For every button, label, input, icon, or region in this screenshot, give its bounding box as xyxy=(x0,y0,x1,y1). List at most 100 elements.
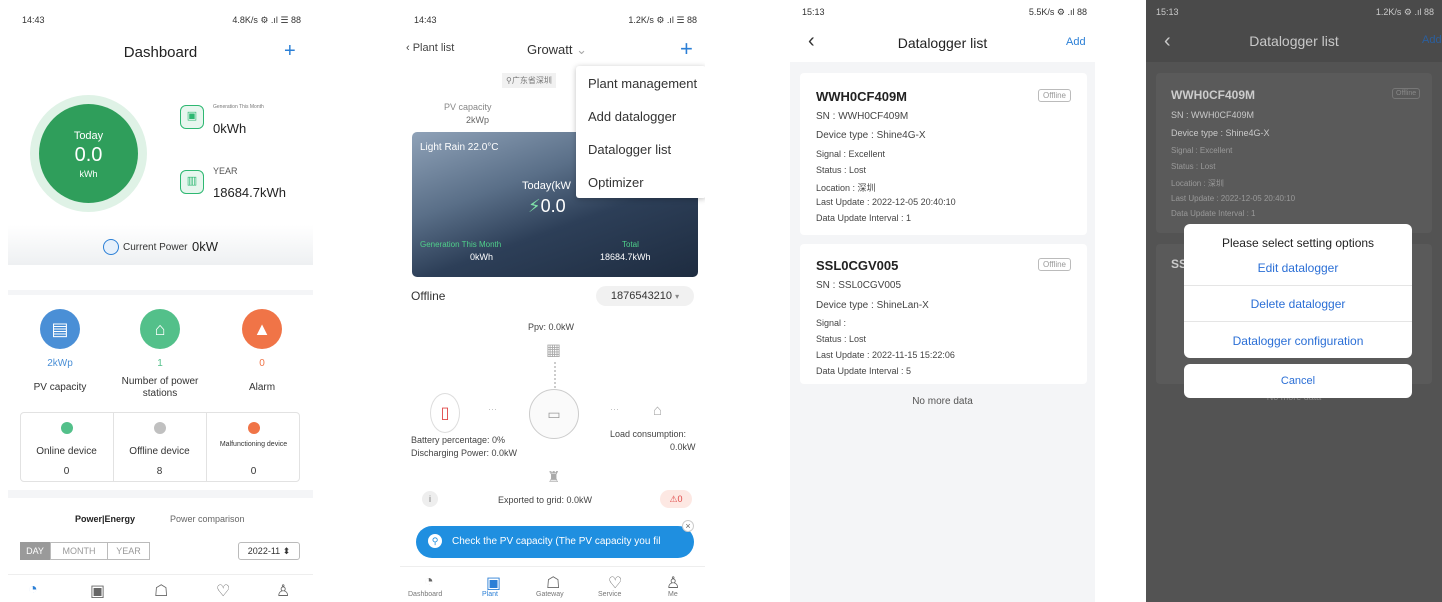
info-icon[interactable]: i xyxy=(422,491,438,507)
datalogger-card[interactable]: WWH0CF409M Offline SN : WWH0CF409M Devic… xyxy=(800,73,1087,235)
signal: Signal : xyxy=(816,318,847,328)
gen-month-label: Generation This Month xyxy=(213,104,264,110)
offline-value: 8 xyxy=(156,466,163,477)
status: Status : Lost xyxy=(816,165,867,175)
battery-icon: ▯ xyxy=(430,393,460,433)
status-time: 14:43 xyxy=(22,15,45,25)
status: Status : Lost xyxy=(1171,162,1216,171)
tab-dashboard[interactable]: Dashboard xyxy=(408,591,442,598)
today-value: 0.0 xyxy=(74,144,103,166)
year-label: YEAR xyxy=(213,166,238,176)
menu-plant-management[interactable]: Plant management xyxy=(588,76,697,91)
close-banner-icon[interactable]: × xyxy=(682,520,694,532)
stations-label: Number of power stations xyxy=(121,376,199,399)
menu-optimizer[interactable]: Optimizer xyxy=(588,175,644,190)
cancel-button[interactable]: Cancel xyxy=(1184,364,1412,398)
delete-datalogger-option[interactable]: Delete datalogger xyxy=(1184,297,1412,311)
discharging-power: Discharging Power: 0.0kW xyxy=(411,448,518,458)
status-time: 15:13 xyxy=(1156,7,1179,17)
add-button[interactable]: + xyxy=(680,36,693,62)
datalogger-name: SSL0CGV005 xyxy=(816,258,899,273)
tab-plant[interactable]: Plant xyxy=(482,591,498,598)
plant-selector[interactable]: Growatt ⌄ xyxy=(527,42,587,58)
online-icon xyxy=(61,422,73,434)
device-status: Offline xyxy=(411,289,446,303)
menu-datalogger-list[interactable]: Datalogger list xyxy=(588,142,671,157)
status-icons: 1.2K/s ⚙ .ıl 88 xyxy=(1375,7,1434,17)
status-time: 15:13 xyxy=(802,7,825,17)
service-tab-icon[interactable]: ♡ xyxy=(608,573,622,593)
gen-month-value: 0kWh xyxy=(470,252,494,262)
tab-me[interactable]: Me xyxy=(668,591,678,598)
alarm-icon: ▲ xyxy=(242,309,282,349)
menu-add-datalogger[interactable]: Add datalogger xyxy=(588,109,676,124)
me-tab-icon[interactable]: ♙ xyxy=(666,573,680,593)
tab-power-comparison[interactable]: Power comparison xyxy=(170,514,245,524)
add-datalogger-button[interactable]: Add xyxy=(1422,34,1442,46)
total-value: 18684.7kWh xyxy=(600,252,651,262)
seg-month[interactable]: MONTH xyxy=(50,542,108,560)
total-label: Total xyxy=(622,240,639,249)
online-value: 0 xyxy=(63,466,70,477)
page-title: Datalogger list xyxy=(897,35,988,51)
last-update: Last Update : 2022-12-05 20:40:10 xyxy=(1171,194,1296,203)
bolt-icon: ⚡ xyxy=(528,196,541,216)
sheet-title: Please select setting options xyxy=(1221,236,1375,250)
alarm-label: Alarm xyxy=(248,382,276,393)
current-power-icon xyxy=(103,239,119,255)
load-consumption-label: Load consumption: xyxy=(610,429,687,439)
dashboard-tab-icon[interactable]: ◔ xyxy=(28,581,38,599)
tab-gateway[interactable]: Gateway xyxy=(536,591,564,598)
gen-month-value: 0kWh xyxy=(213,121,247,136)
location-tag: ⚲广东省深圳 xyxy=(502,73,556,88)
gateway-tab-icon[interactable]: ☖ xyxy=(154,581,168,601)
today-value: ⚡0.0 xyxy=(528,196,566,217)
current-power-value: 0kW xyxy=(192,239,218,254)
date-picker[interactable]: 2022-11 ⬍ xyxy=(238,542,300,560)
device-type: Device type : Shine4G-X xyxy=(1171,128,1270,138)
online-label: Online device xyxy=(36,446,97,457)
flow-dots: ··· xyxy=(488,404,497,414)
plant-tab-icon[interactable]: ▣ xyxy=(90,581,105,601)
service-tab-icon[interactable]: ♡ xyxy=(216,581,230,601)
today-energy-ring: Today 0.0 kWh xyxy=(30,95,147,212)
datalogger-name: WWH0CF409M xyxy=(1171,88,1256,102)
plant-tab-icon[interactable]: ▣ xyxy=(486,573,501,593)
malfunction-label: Malfunctioning device xyxy=(219,441,288,448)
datalogger-options-screen: 15:13 1.2K/s ⚙ .ıl 88 ‹ Datalogger list … xyxy=(1146,0,1442,602)
alarm-value: 0 xyxy=(259,358,265,369)
flow-dots: ··· xyxy=(610,404,619,414)
alarm-count: 0 xyxy=(677,494,683,504)
add-plant-button[interactable]: + xyxy=(284,40,296,63)
dropdown-icon: ▾ xyxy=(675,292,680,301)
datalogger-name: WWH0CF409M xyxy=(816,89,908,104)
add-datalogger-button[interactable]: Add xyxy=(1066,36,1086,48)
datalogger-card[interactable]: SSL0CGV005 Offline SN : SSL0CGV005 Devic… xyxy=(800,244,1087,384)
load-consumption-value: 0.0kW xyxy=(670,442,696,452)
weather-label: Light Rain 22.0°C xyxy=(420,142,499,153)
tab-power-energy[interactable]: Power|Energy xyxy=(75,514,135,524)
plant-list-back-link[interactable]: ‹ Plant list xyxy=(406,42,454,54)
last-update: Last Update : 2022-12-05 20:40:10 xyxy=(816,197,956,207)
bottom-tab-bar: ◔ ▣ ☖ ♡ ♙ Dashboard Plant Gateway Servic… xyxy=(400,566,705,602)
dashboard-tab-icon[interactable]: ◔ xyxy=(424,573,434,591)
alarm-badge[interactable]: ⚠0 xyxy=(660,490,692,508)
pv-capacity-banner[interactable]: Check the PV capacity (The PV capacity y… xyxy=(416,526,694,558)
tab-service[interactable]: Service xyxy=(598,591,621,598)
page-title: Datalogger list xyxy=(1249,33,1339,49)
gateway-tab-icon[interactable]: ☖ xyxy=(546,573,560,593)
grid-tower-icon: ♜ xyxy=(547,469,561,486)
home-icon: ⌂ xyxy=(653,402,663,419)
year-energy-icon: ▥ xyxy=(180,170,204,194)
offline-label: Offline device xyxy=(129,446,190,457)
seg-year[interactable]: YEAR xyxy=(108,542,150,560)
ppv-label: Ppv: 0.0kW xyxy=(528,322,575,332)
device-selector[interactable]: 1876543210 ▾ xyxy=(596,286,694,306)
seg-day[interactable]: DAY xyxy=(20,542,50,560)
signal: Signal : Excellent xyxy=(1171,146,1233,155)
me-tab-icon[interactable]: ♙ xyxy=(276,581,290,601)
datalogger-configuration-option[interactable]: Datalogger configuration xyxy=(1184,334,1412,348)
no-more-data: No more data xyxy=(912,396,973,407)
inverter-icon: ▭ xyxy=(529,389,579,439)
edit-datalogger-option[interactable]: Edit datalogger xyxy=(1184,261,1412,275)
